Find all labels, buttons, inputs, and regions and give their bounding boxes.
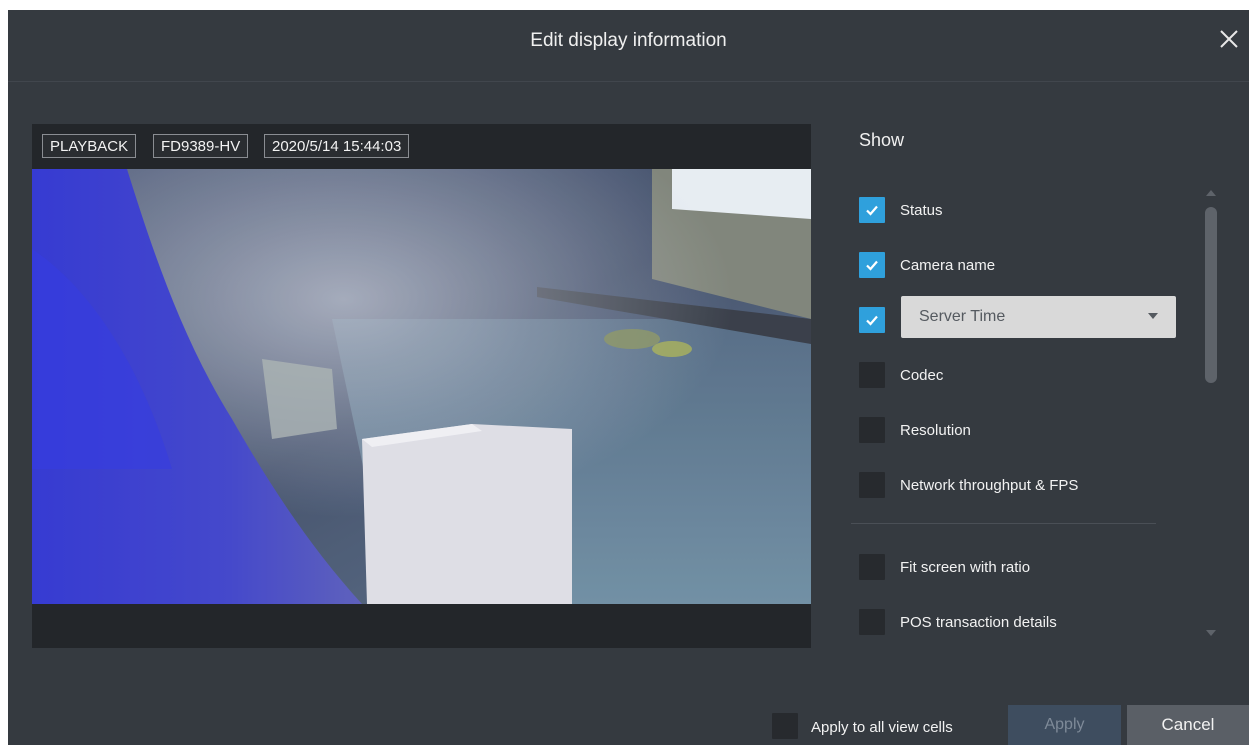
apply-all-checkbox[interactable] — [772, 713, 798, 739]
option-fit-screen[interactable]: Fit screen with ratio — [859, 554, 1030, 580]
close-icon — [1220, 30, 1238, 48]
checkmark-icon — [866, 260, 878, 271]
apply-all-label: Apply to all view cells — [811, 719, 953, 736]
option-pos-details[interactable]: POS transaction details — [859, 609, 1057, 635]
chevron-down-icon — [1148, 313, 1158, 319]
scroll-up-icon[interactable] — [1206, 190, 1216, 196]
checkmark-icon — [866, 205, 878, 216]
status-label: Status — [900, 201, 943, 219]
status-checkbox[interactable] — [859, 197, 885, 223]
options-scrollbar-thumb[interactable] — [1205, 207, 1217, 383]
cancel-button[interactable]: Cancel — [1127, 705, 1249, 745]
osd-camera-name: FD9389-HV — [153, 134, 249, 158]
codec-checkbox[interactable] — [859, 362, 885, 388]
dialog-titlebar: Edit display information — [8, 10, 1249, 82]
network-throughput-checkbox[interactable] — [859, 472, 885, 498]
network-throughput-label: Network throughput & FPS — [900, 476, 1079, 494]
show-section-title: Show — [859, 130, 905, 150]
close-button[interactable] — [1217, 27, 1241, 51]
time-source-select[interactable]: Server Time — [901, 296, 1176, 338]
option-status[interactable]: Status — [859, 197, 943, 223]
edit-display-dialog: Edit display information PLAYBACK FD9389… — [8, 10, 1249, 745]
resolution-checkbox[interactable] — [859, 417, 885, 443]
camera-name-checkbox[interactable] — [859, 252, 885, 278]
dialog-title: Edit display information — [530, 30, 727, 51]
fit-screen-label: Fit screen with ratio — [900, 558, 1031, 576]
option-codec[interactable]: Codec — [859, 362, 943, 388]
options-divider — [851, 523, 1156, 524]
scroll-down-icon[interactable] — [1206, 630, 1216, 636]
codec-label: Codec — [900, 366, 944, 384]
time-checkbox[interactable] — [859, 307, 885, 333]
checkmark-icon — [866, 315, 878, 326]
pos-details-label: POS transaction details — [900, 613, 1057, 631]
option-time[interactable] — [859, 307, 885, 333]
option-resolution[interactable]: Resolution — [859, 417, 971, 443]
fit-screen-checkbox[interactable] — [859, 554, 885, 580]
camera-preview: PLAYBACK FD9389-HV 2020/5/14 15:44:03 — [32, 124, 811, 648]
video-frame — [32, 169, 811, 604]
video-image — [32, 169, 811, 604]
pos-details-checkbox[interactable] — [859, 609, 885, 635]
option-camera-name[interactable]: Camera name — [859, 252, 995, 278]
camera-name-label: Camera name — [900, 256, 996, 274]
osd-timestamp: 2020/5/14 15:44:03 — [264, 134, 410, 158]
option-network-throughput[interactable]: Network throughput & FPS — [859, 472, 1078, 498]
resolution-label: Resolution — [900, 421, 971, 439]
time-source-value: Server Time — [919, 308, 1006, 325]
apply-button[interactable]: Apply — [1008, 705, 1121, 745]
osd-status: PLAYBACK — [42, 134, 137, 158]
